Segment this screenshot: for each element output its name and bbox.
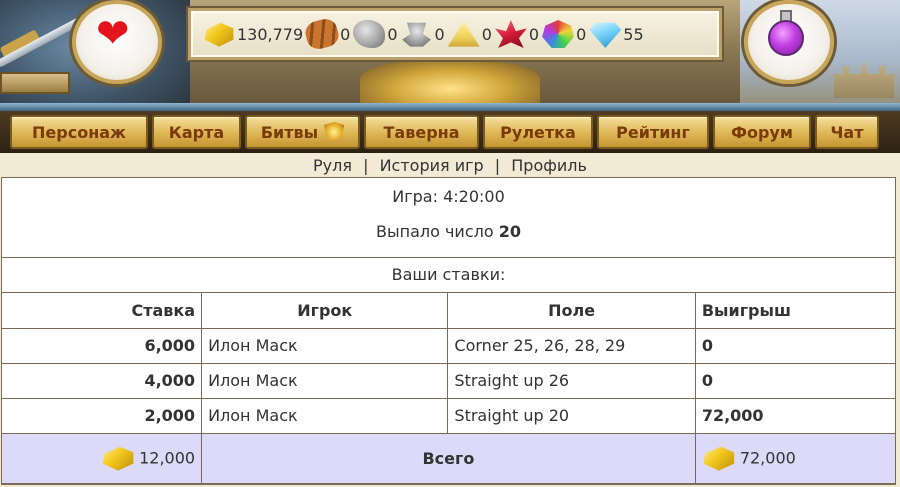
game-header: ❤ 130,779 0 0 0 0 0 0 55: [0, 0, 900, 118]
subnav-separator: |: [363, 156, 369, 175]
header-win: Выигрыш: [694, 293, 895, 329]
game-result: Выпало число 20: [2, 222, 895, 250]
cell-player[interactable]: Илон Маск: [201, 327, 449, 364]
nav-tavern[interactable]: Таверна: [364, 115, 479, 149]
result-number: 20: [498, 222, 521, 241]
game-time: Игра: 4:20:00: [392, 187, 505, 206]
potion-icon: [766, 8, 806, 58]
total-win: 72,000: [694, 432, 895, 484]
cell-stake: 2,000: [2, 397, 203, 434]
resource-gems[interactable]: 0: [542, 20, 586, 48]
gold-bars-icon: [204, 22, 234, 47]
nav-rating-label: Рейтинг: [616, 122, 690, 142]
stone-icon: [353, 20, 386, 48]
nav-forum-label: Форум: [731, 122, 793, 142]
resource-iron[interactable]: 0: [401, 20, 445, 48]
ruby-icon: [494, 20, 527, 48]
nav-map-label: Карта: [168, 122, 225, 142]
header-stake: Ставка: [2, 293, 203, 329]
nav-forum[interactable]: Форум: [713, 115, 811, 149]
main-nav: Персонаж Карта Битвы Таверна Рулетка Рей…: [0, 111, 900, 153]
header-plaque: [0, 72, 70, 94]
cell-player[interactable]: Илон Маск: [201, 362, 449, 399]
cell-player[interactable]: Илон Маск: [201, 397, 449, 434]
diamond-icon: [589, 22, 622, 48]
game-info: Игра: 4:20:00 Выпало число 20: [2, 178, 895, 258]
header-field: Поле: [447, 293, 696, 329]
nav-map[interactable]: Карта: [152, 115, 241, 149]
wood-icon: [303, 16, 342, 52]
heart-icon: ❤: [96, 11, 130, 57]
total-win-value: 72,000: [739, 448, 796, 468]
iron-icon: [402, 22, 431, 47]
sand-icon: [447, 21, 480, 47]
gold-bars-icon: [703, 446, 735, 471]
result-label: Выпало число: [376, 222, 494, 241]
cell-win: 72,000: [694, 397, 895, 434]
cell-field: Corner 25, 26, 28, 29: [447, 327, 696, 364]
total-label: Всего: [201, 432, 696, 484]
roulette-subnav: Руля | История игр | Профиль: [0, 153, 900, 177]
cell-field: Straight up 20: [447, 397, 696, 434]
cell-stake: 6,000: [2, 327, 203, 364]
nav-character[interactable]: Персонаж: [10, 115, 148, 149]
bets-title: Ваши ставки:: [2, 258, 895, 293]
bets-table: Ставка Игрок Поле Выигрыш 6,000 Илон Мас…: [2, 293, 895, 484]
table-row: 2,000 Илон Маск Straight up 20 72,000: [2, 397, 895, 434]
resource-sand[interactable]: 0: [447, 20, 492, 48]
table-row: 4,000 Илон Маск Straight up 26 0: [2, 362, 895, 399]
gems-icon: [542, 20, 575, 48]
resource-wood[interactable]: 0: [303, 16, 351, 52]
resource-gold[interactable]: 130,779: [203, 20, 303, 48]
gold-bars-icon: [102, 446, 134, 471]
subnav-separator: |: [494, 156, 501, 175]
subnav-profile[interactable]: Профиль: [511, 156, 587, 175]
nav-battles-label: Битвы: [260, 122, 319, 142]
resource-ruby[interactable]: 0: [494, 20, 540, 48]
shield-icon: [324, 122, 345, 142]
cell-win: 0: [694, 327, 895, 364]
nav-chat[interactable]: Чат: [815, 115, 879, 149]
nav-roulette[interactable]: Рулетка: [483, 115, 593, 149]
resource-stone-value: 0: [387, 24, 398, 44]
cell-win: 0: [694, 362, 895, 399]
resource-diamond-value: 55: [623, 24, 644, 44]
resource-ruby-value: 0: [528, 24, 540, 44]
header-trim: [0, 103, 900, 111]
resource-gems-value: 0: [576, 24, 587, 44]
table-header-row: Ставка Игрок Поле Выигрыш: [2, 293, 895, 329]
table-row: 6,000 Илон Маск Corner 25, 26, 28, 29 0: [2, 327, 895, 364]
nav-chat-label: Чат: [830, 122, 864, 142]
resource-iron-value: 0: [434, 24, 445, 44]
resource-gold-value: 130,779: [237, 24, 304, 44]
nav-roulette-label: Рулетка: [500, 122, 576, 142]
nav-rating[interactable]: Рейтинг: [597, 115, 709, 149]
resource-stone[interactable]: 0: [353, 20, 398, 48]
total-stake: 12,000: [2, 432, 203, 484]
resource-diamond[interactable]: 55: [589, 20, 644, 48]
nav-battles[interactable]: Битвы: [245, 115, 360, 149]
total-row: 12,000 Всего 72,000: [2, 432, 895, 484]
subnav-roulette[interactable]: Руля: [313, 156, 352, 175]
resource-wood-value: 0: [340, 24, 351, 44]
total-stake-value: 12,000: [139, 448, 196, 468]
cell-stake: 4,000: [2, 362, 203, 399]
header-player: Игрок: [201, 293, 449, 329]
resource-sand-value: 0: [481, 24, 492, 44]
cell-field: Straight up 26: [447, 362, 696, 399]
nav-tavern-label: Таверна: [383, 122, 460, 142]
resource-bar: 130,779 0 0 0 0 0 0 55: [188, 8, 722, 60]
nav-character-label: Персонаж: [32, 122, 126, 142]
gold-pile-decoration: [360, 60, 540, 108]
subnav-history[interactable]: История игр: [380, 156, 484, 175]
game-details-panel: Игра: 4:20:00 Выпало число 20 Ваши ставк…: [1, 177, 896, 485]
